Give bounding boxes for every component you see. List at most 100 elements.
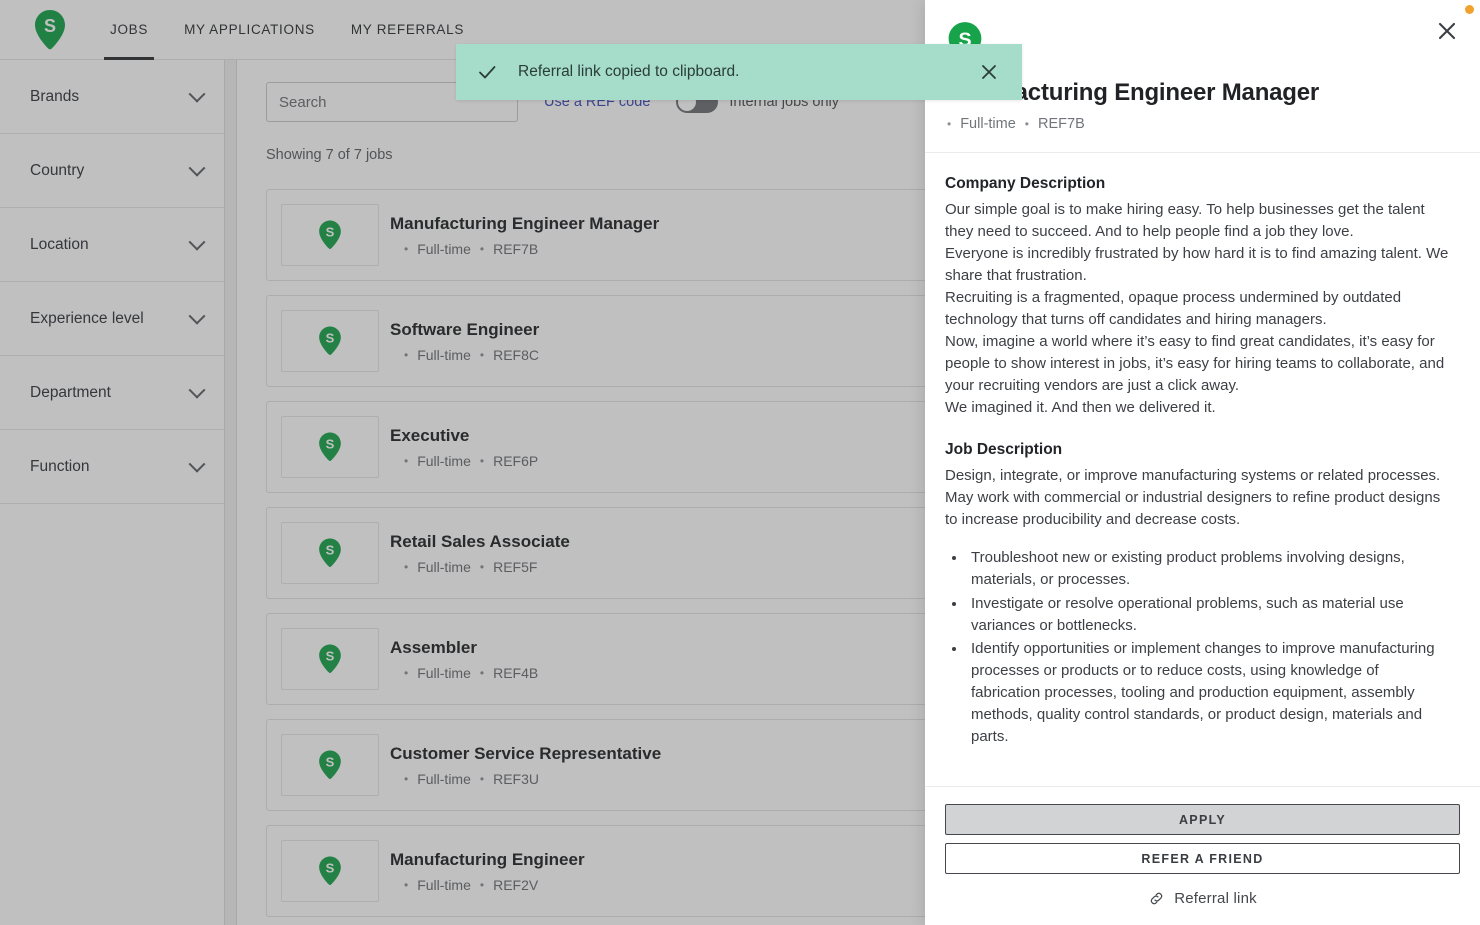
chevron-down-icon [188, 85, 206, 103]
referral-link-label: Referral link [1174, 890, 1257, 907]
bullet-dot-icon: • [479, 560, 485, 575]
apply-button[interactable]: APPLY [945, 804, 1460, 835]
job-detail-body: Company Description Our simple goal is t… [925, 153, 1480, 786]
sidebar-filter-brands[interactable]: Brands [0, 60, 235, 134]
job-type: Full-time [417, 453, 471, 470]
job-description-heading: Job Description [945, 441, 1063, 459]
job-responsibility-item: Troubleshoot new or existing product pro… [967, 547, 1450, 591]
company-pin-logo-icon: S [319, 538, 341, 567]
company-description-heading: Company Description [945, 174, 1106, 192]
job-thumbnail: S [281, 840, 379, 902]
company-pin-logo-icon: S [319, 220, 341, 249]
job-type: Full-time [417, 665, 471, 682]
bullet-dot-icon: • [404, 772, 409, 787]
bullet-dot-icon: • [479, 878, 485, 893]
nav-items: JOBS MY APPLICATIONS MY REFERRALS [92, 0, 482, 60]
chevron-down-icon [188, 381, 206, 399]
chevron-down-icon [188, 307, 206, 325]
job-thumbnail: S [281, 310, 379, 372]
bullet-dot-icon: • [479, 772, 485, 787]
company-pin-logo-icon: S [319, 326, 341, 355]
filters-sidebar: Brands Country Location Experience level… [0, 60, 236, 925]
toast-close-button[interactable] [978, 61, 1000, 83]
brand-logo[interactable]: S [32, 8, 68, 52]
job-ref: REF8C [493, 347, 539, 364]
bullet-dot-icon: • [404, 454, 409, 469]
sidebar-filter-brands-label: Brands [30, 87, 80, 105]
company-description-paragraph: Recruiting is a fragmented, opaque proce… [945, 288, 1402, 329]
panel-job-meta: • Full-time • REF7B [947, 116, 1440, 132]
sidebar-filter-function-label: Function [30, 457, 90, 475]
bullet-dot-icon: • [404, 666, 409, 681]
job-thumbnail: S [281, 628, 379, 690]
chevron-down-icon [188, 455, 206, 473]
bullet-dot-icon: • [404, 348, 409, 363]
job-ref: REF5F [493, 559, 538, 576]
company-pin-logo-icon: S [319, 750, 341, 779]
nav-item-my-applications-label: MY APPLICATIONS [184, 22, 315, 37]
sidebar-filter-experience-level-label: Experience level [30, 309, 144, 327]
bullet-dot-icon: • [479, 454, 485, 469]
bullet-dot-icon: • [404, 560, 409, 575]
svg-text:S: S [326, 648, 335, 663]
toast-message: Referral link copied to clipboard. [518, 63, 740, 80]
job-ref: REF7B [493, 241, 539, 258]
job-responsibilities-list: Troubleshoot new or existing product pro… [945, 547, 1450, 747]
sidebar-filter-experience-level[interactable]: Experience level [0, 282, 235, 356]
bullet-dot-icon: • [404, 878, 409, 893]
bullet-dot-icon: • [479, 666, 485, 681]
sidebar-filter-country[interactable]: Country [0, 134, 235, 208]
bullet-dot-icon: • [404, 242, 409, 257]
company-pin-logo-icon: S [319, 432, 341, 461]
chevron-down-icon [188, 159, 206, 177]
svg-text:S: S [326, 860, 335, 875]
job-type: Full-time [417, 347, 471, 364]
nav-item-my-applications[interactable]: MY APPLICATIONS [166, 0, 333, 60]
panel-job-type: Full-time [960, 115, 1016, 132]
company-pin-logo-icon: S [35, 9, 65, 49]
job-thumbnail: S [281, 416, 379, 478]
job-type: Full-time [417, 877, 471, 894]
sidebar-filter-department-label: Department [30, 383, 111, 401]
nav-item-jobs[interactable]: JOBS [92, 0, 166, 60]
svg-text:S: S [44, 16, 56, 36]
check-icon-wrap [476, 61, 498, 83]
job-thumbnail: S [281, 734, 379, 796]
nav-item-my-referrals-label: MY REFERRALS [350, 22, 465, 37]
close-panel-button[interactable] [1434, 18, 1460, 44]
job-ref: REF3U [493, 771, 539, 788]
bullet-dot-icon: • [479, 242, 485, 257]
toast-notification: Referral link copied to clipboard. [456, 44, 1022, 100]
bullet-dot-icon: • [947, 116, 952, 131]
svg-text:S: S [326, 330, 335, 345]
panel-job-ref: REF7B [1038, 115, 1085, 132]
svg-text:S: S [326, 224, 335, 239]
bullet-dot-icon: • [479, 348, 485, 363]
referral-link-button[interactable]: Referral link [945, 890, 1460, 907]
company-description-paragraph: Now, imagine a world where it’s easy to … [945, 333, 1445, 395]
close-icon [1438, 22, 1456, 40]
page-scrollbar[interactable] [224, 60, 237, 925]
sidebar-filter-function[interactable]: Function [0, 430, 235, 504]
company-pin-logo-icon: S [319, 856, 341, 885]
sidebar-filter-location-label: Location [30, 235, 89, 253]
job-detail-footer: APPLY REFER A FRIEND Referral link [925, 786, 1480, 925]
svg-text:S: S [326, 754, 335, 769]
job-ref: REF6P [493, 453, 539, 470]
refer-a-friend-button[interactable]: REFER A FRIEND [945, 843, 1460, 874]
company-pin-logo-icon: S [319, 644, 341, 673]
notification-dot-indicator [1465, 5, 1474, 14]
sidebar-filter-department[interactable]: Department [0, 356, 235, 430]
bullet-dot-icon: • [1024, 116, 1029, 131]
close-icon [982, 65, 996, 79]
job-ref: REF4B [493, 665, 539, 682]
svg-text:S: S [326, 542, 335, 557]
job-type: Full-time [417, 771, 471, 788]
job-type: Full-time [417, 559, 471, 576]
job-detail-panel: S Manufacturing Engineer Manager • Full-… [925, 0, 1480, 925]
sidebar-filter-location[interactable]: Location [0, 208, 235, 282]
job-thumbnail: S [281, 204, 379, 266]
link-icon [1151, 892, 1163, 905]
check-icon [479, 66, 496, 79]
company-description-paragraph: We imagined it. And then we delivered it… [945, 399, 1216, 417]
